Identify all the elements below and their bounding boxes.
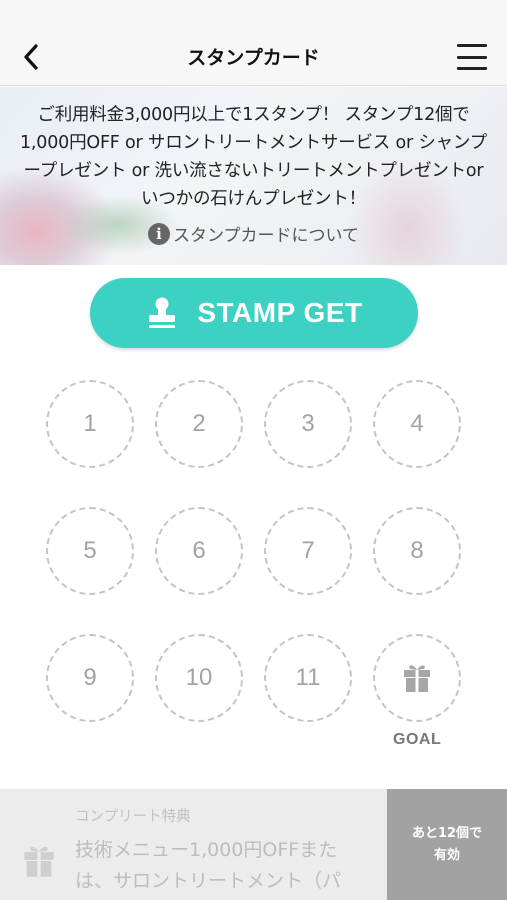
remaining-count-text: あと12個で: [411, 825, 483, 841]
remaining-count-badge: あと12個で 有効: [387, 789, 507, 900]
stamp-slot-goal: [373, 634, 461, 722]
hamburger-icon: [457, 44, 487, 47]
about-stamp-card-link[interactable]: i スタンプカードについて: [0, 221, 507, 246]
back-button[interactable]: [16, 42, 46, 72]
goal-label: GOAL: [393, 731, 442, 748]
stamp-slot-9: 9: [46, 634, 134, 722]
stamp-slot-11: 11: [264, 634, 352, 722]
chevron-left-icon: [24, 44, 38, 70]
stamp-slot-1: 1: [46, 380, 134, 468]
stamp-get-label: STAMP GET: [197, 297, 363, 328]
stamp-slot-6: 6: [155, 507, 243, 595]
stamp-info-banner: ご利用料金3,000円以上で1スタンプ！ スタンプ12個で1,000円OFF o…: [0, 87, 507, 265]
stamp-slot-2: 2: [155, 380, 243, 468]
gift-icon: [22, 843, 56, 877]
stamp-slot-4: 4: [373, 380, 461, 468]
remaining-valid-text: 有効: [433, 847, 460, 863]
info-icon: i: [148, 222, 170, 245]
complete-reward-body: 技術メニュー1,000円OFFまたは、サロントリートメント（パ: [75, 839, 342, 892]
complete-reward-panel: コンプリート特典 技術メニュー1,000円OFFまたは、サロントリートメント（パ: [0, 789, 387, 900]
menu-button[interactable]: [457, 44, 487, 70]
stamp-slot-7: 7: [264, 507, 352, 595]
stamp-slot-5: 5: [46, 507, 134, 595]
status-bar: [0, 0, 507, 28]
page-title: スタンプカード: [187, 47, 320, 69]
banner-description: ご利用料金3,000円以上で1スタンプ！ スタンプ12個で1,000円OFF o…: [19, 105, 488, 209]
stamp-get-button[interactable]: STAMP GET: [90, 278, 418, 348]
stamp-slot-10: 10: [155, 634, 243, 722]
complete-reward-heading: コンプリート特典: [75, 809, 191, 825]
stamp-icon: [149, 297, 176, 328]
stamp-slot-3: 3: [264, 380, 352, 468]
about-stamp-card-label: スタンプカードについて: [173, 226, 359, 246]
gift-icon: [404, 665, 430, 692]
nav-bar: スタンプカード: [0, 28, 507, 86]
stamp-slot-8: 8: [373, 507, 461, 595]
